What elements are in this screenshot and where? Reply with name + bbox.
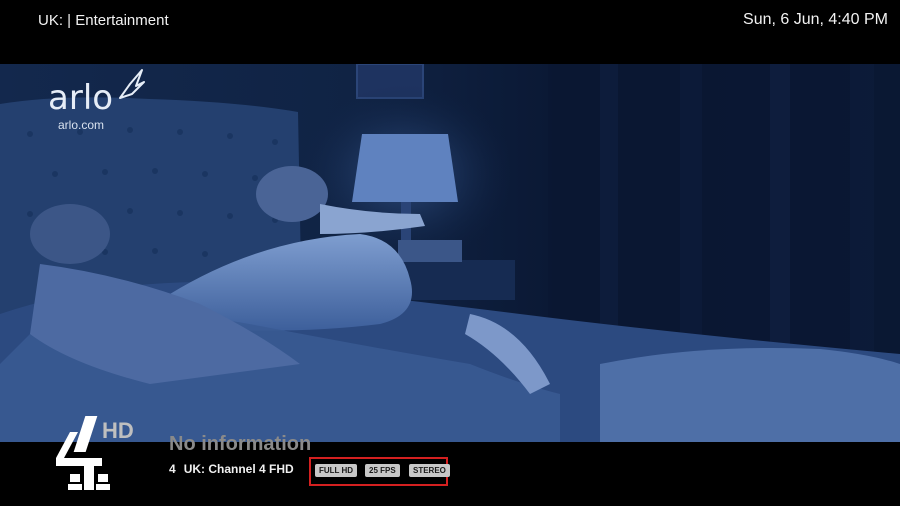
audio-badge: STEREO	[409, 464, 450, 477]
fps-badge: 25 FPS	[365, 464, 400, 477]
clock: Sun, 6 Jun, 4:40 PM	[743, 11, 888, 28]
bird-icon	[119, 69, 145, 99]
program-title: No information	[169, 433, 312, 455]
stream-info-badges: FULL HD 25 FPS STEREO	[309, 457, 450, 486]
channel-group-title: UK: | Entertainment	[38, 12, 169, 29]
top-bar: UK: | Entertainment Sun, 6 Jun, 4:40 PM	[0, 0, 900, 64]
channel-4-logo-icon: HD	[56, 416, 134, 490]
ad-brand-text: arlo	[48, 78, 114, 118]
video-player[interactable]: arlo arlo.com	[0, 64, 900, 442]
resolution-badge: FULL HD	[315, 464, 358, 477]
ad-logo: arlo arlo.com	[48, 68, 148, 138]
channel-name: UK: Channel 4 FHD	[183, 462, 294, 476]
ad-url-text: arlo.com	[58, 118, 105, 132]
channel-logo-hd-text: HD	[102, 418, 134, 443]
channel-number: 4	[169, 462, 176, 476]
tv-player-screen: UK: | Entertainment Sun, 6 Jun, 4:40 PM	[0, 0, 900, 506]
channel-line: 4 UK: Channel 4 FHD	[169, 462, 294, 476]
